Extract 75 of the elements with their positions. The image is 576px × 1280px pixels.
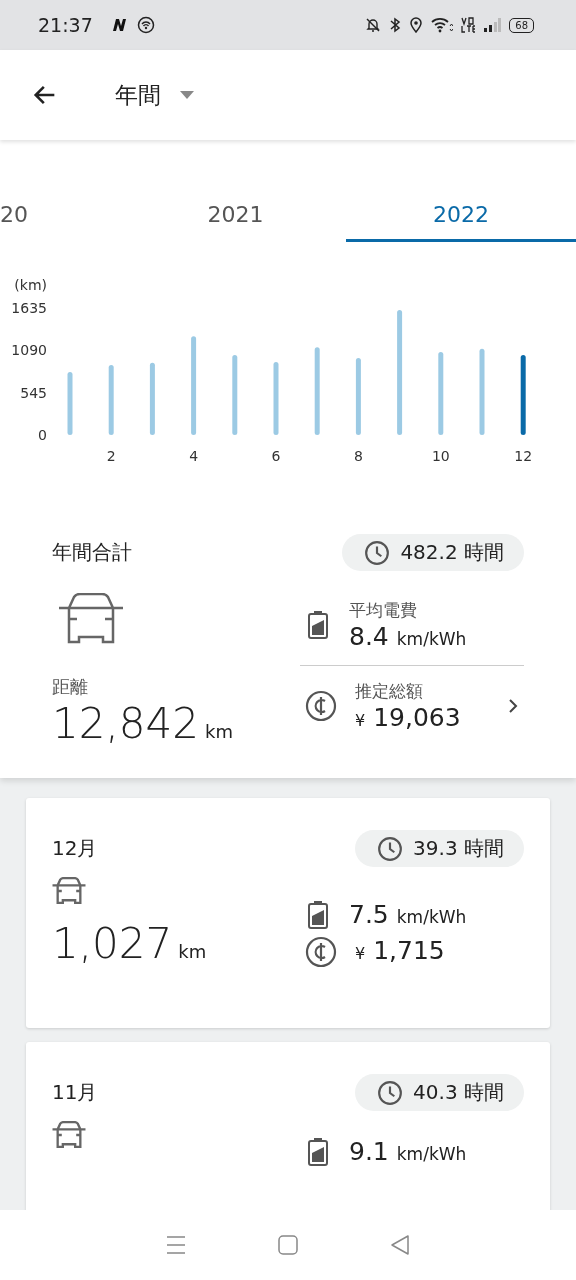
menu-icon[interactable] xyxy=(165,1234,187,1256)
wifi-icon xyxy=(431,17,454,33)
home-square-icon[interactable] xyxy=(277,1234,299,1256)
month-label: 11月 xyxy=(52,1079,98,1106)
currency-symbol: ¥ xyxy=(355,944,366,963)
x-tick-label: 4 xyxy=(189,448,199,464)
distance-bar[interactable] xyxy=(438,351,444,435)
distance-bar[interactable] xyxy=(108,365,114,435)
distance-bar[interactable] xyxy=(191,336,197,435)
y-tick-label: 545 xyxy=(20,384,47,401)
dropdown-caret-icon[interactable] xyxy=(179,90,195,100)
coin-icon xyxy=(305,936,337,968)
x-tick-label: 8 xyxy=(353,448,363,464)
distance-label: 距離 xyxy=(52,675,89,699)
clock-icon xyxy=(377,1079,404,1106)
currency-symbol: ¥ xyxy=(355,711,366,730)
x-tick-label: 2 xyxy=(106,448,116,464)
distance-value: 12,842 xyxy=(52,699,199,748)
year-tab[interactable]: 2021 xyxy=(125,190,346,242)
distance-value: 1,027 xyxy=(52,919,173,968)
battery-icon xyxy=(305,1137,331,1167)
duration-text: 40.3 時間 xyxy=(413,1079,504,1106)
distance-bar[interactable] xyxy=(232,355,238,435)
efficiency-value: 8.4 xyxy=(349,622,389,651)
back-triangle-icon[interactable] xyxy=(389,1234,411,1256)
month-label: 12月 xyxy=(52,835,98,862)
n-logo-icon xyxy=(110,17,129,33)
battery-icon xyxy=(305,610,331,640)
distance-bar[interactable] xyxy=(355,358,361,435)
coin-icon xyxy=(305,690,337,722)
hotspot-icon xyxy=(136,16,155,34)
duration-text: 482.2 時間 xyxy=(400,539,504,566)
x-tick-label: 6 xyxy=(271,448,281,464)
y-tick-label: 1090 xyxy=(11,342,47,359)
car-icon xyxy=(52,1121,86,1149)
chevron-right-icon[interactable] xyxy=(508,698,518,714)
volte-icon xyxy=(461,17,476,33)
period-dropdown[interactable]: 年間 xyxy=(115,79,161,111)
efficiency-unit: km/kWh xyxy=(396,907,467,927)
distance-bar[interactable] xyxy=(397,309,403,435)
year-tab[interactable]: 2022 xyxy=(346,190,576,242)
efficiency-unit: km/kWh xyxy=(396,1144,467,1164)
bell-off-icon xyxy=(365,17,382,33)
month-card[interactable]: 11月 40.3 時間 9.1 km/kWh xyxy=(26,1042,550,1210)
clock-icon xyxy=(377,835,404,862)
year-tab[interactable]: 20 xyxy=(0,190,125,242)
efficiency-value: 9.1 xyxy=(349,1137,389,1166)
axis-unit-label: (km) xyxy=(14,277,47,293)
y-tick-label: 1635 xyxy=(11,300,47,316)
distance-bar[interactable] xyxy=(314,347,320,435)
distance-bar[interactable] xyxy=(520,355,526,435)
battery-indicator: 68 xyxy=(509,17,534,33)
car-icon xyxy=(58,593,124,645)
distance-bar[interactable] xyxy=(149,362,155,435)
cost-value: 19,063 xyxy=(373,703,461,732)
distance-unit: km xyxy=(178,941,207,962)
summary-title: 年間合計 xyxy=(52,539,132,566)
cost-value: 1,715 xyxy=(373,936,445,965)
status-time: 21:37 xyxy=(38,14,93,36)
distance-unit: km xyxy=(204,721,233,742)
battery-icon xyxy=(305,900,331,930)
x-tick-label: 10 xyxy=(431,448,450,464)
efficiency-label: 平均電費 xyxy=(349,599,418,622)
clock-icon xyxy=(364,539,391,566)
signal-icon xyxy=(483,17,502,33)
efficiency-unit: km/kWh xyxy=(396,629,467,649)
month-card[interactable]: 12月 39.3 時間 1,027 km 7.5 km/kWh ¥ 1,715 xyxy=(26,798,550,1028)
car-icon xyxy=(52,877,86,905)
bluetooth-icon xyxy=(389,17,402,33)
duration-text: 39.3 時間 xyxy=(413,835,504,862)
x-tick-label: 12 xyxy=(514,448,533,464)
y-tick-label: 0 xyxy=(38,427,47,443)
efficiency-value: 7.5 xyxy=(349,900,389,929)
cost-label: 推定総額 xyxy=(355,680,424,703)
location-icon xyxy=(409,17,424,33)
